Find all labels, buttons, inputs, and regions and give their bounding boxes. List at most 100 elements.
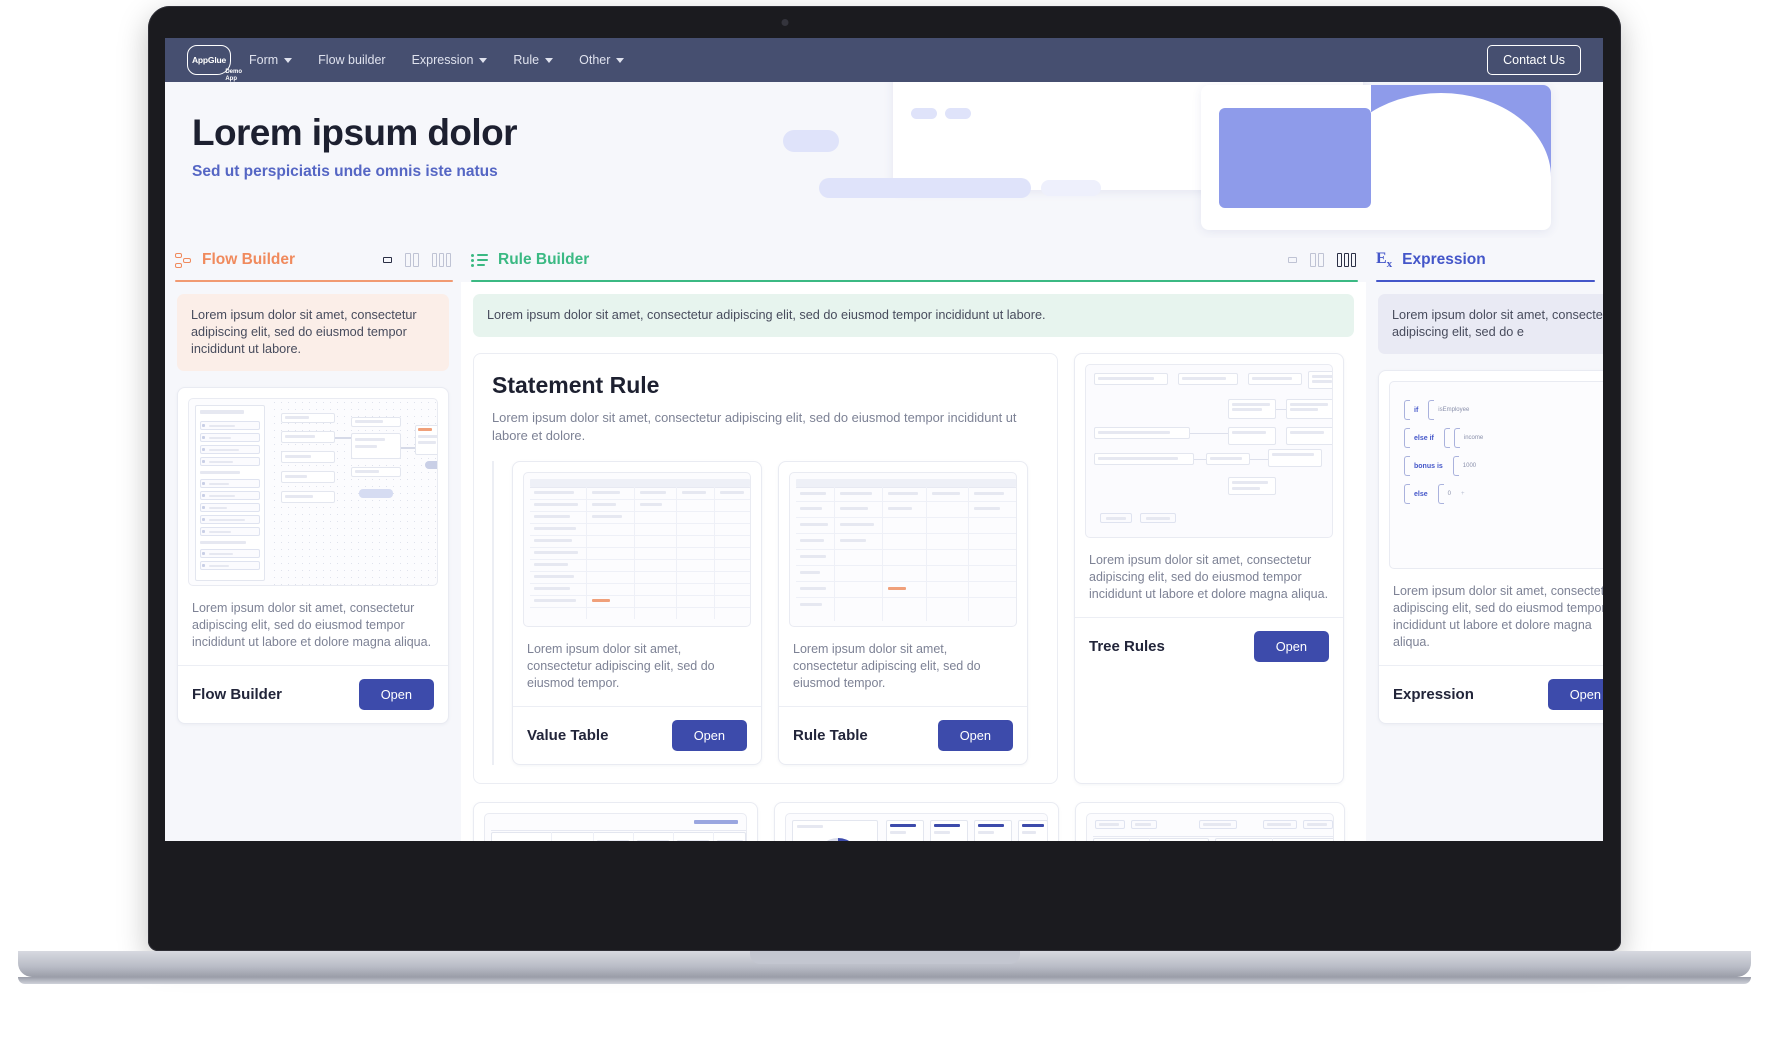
statement-rule-subcards: Lorem ipsum dolor sit amet, consectetur … [492,461,1039,765]
expr-value-3: 0 [1447,491,1451,497]
expression-open-button[interactable]: Open [1547,679,1603,710]
nav-item-rule[interactable]: Rule [513,53,554,67]
laptop-base-lip [749,951,1020,964]
rule-list-card [1075,802,1345,841]
rule-table-card-desc: Lorem ipsum dolor sit amet, consectetur … [793,642,981,690]
nav-item-expression[interactable]: Expression [412,53,488,67]
laptop-foot [18,977,1751,984]
tab-expression[interactable]: Ex Expression [1366,238,1603,282]
rule-set-dashboard-card: 17 [774,802,1059,841]
rule-builder-content-row: Statement Rule Lorem ipsum dolor sit ame… [473,353,1354,784]
nav-item-form[interactable]: Form [249,53,293,67]
flow-builder-card: Lorem ipsum dolor sit amet, consectetur … [177,387,449,724]
expr-add-icon[interactable]: + [1461,491,1465,497]
expr-value-1: income [1463,435,1484,441]
flow-layout-switcher [383,253,461,267]
expr-bracket-icon [1443,428,1450,448]
nav-item-expression-label: Expression [411,53,474,67]
hero-illustration [783,82,1583,238]
statement-rule-desc: Lorem ipsum dolor sit amet, consectetur … [492,410,1017,443]
tree-rules-card-name: Tree Rules [1089,638,1165,655]
rule-table-card: Lorem ipsum dolor sit amet, consectetur … [778,461,1028,765]
expression-ex-icon: Ex [1376,249,1393,271]
flow-builder-card-desc: Lorem ipsum dolor sit amet, consectetur … [192,601,432,649]
rule-set-dashboard-thumbnail[interactable]: 17 [785,813,1048,841]
flow-builder-card-footer: Flow Builder Open [178,665,448,723]
rule-table-thumbnail[interactable] [789,472,1017,627]
contact-us-button[interactable]: Contact Us [1487,45,1581,75]
flow-builder-canvas-thumbnail[interactable] [188,398,438,586]
tree-rules-open-button[interactable]: Open [1253,631,1329,662]
logo-sub-line2: App [225,75,237,82]
nav-item-other[interactable]: Other [579,53,625,67]
flow-builder-thumb-wrap [178,388,448,594]
builder-columns: Lorem ipsum dolor sit amet, consectetur … [165,282,1603,841]
expr-bracket-icon [1453,428,1460,448]
intersection-table-card [473,802,758,841]
builder-tabs: Flow Builder Rule Builder Ex Expression [165,238,1603,282]
tab-flow-builder-label: Flow Builder [202,251,295,268]
hero-section: Lorem ipsum dolor Sed ut perspiciatis un… [165,82,1603,238]
laptop-camera [781,19,789,26]
expr-keyword-bonus: bonus is [1414,462,1443,470]
value-table-open-button[interactable]: Open [671,720,747,751]
rule-builder-note: Lorem ipsum dolor sit amet, consectetur … [473,294,1354,337]
layout-three-column-icon[interactable] [1337,253,1356,267]
expression-card: if isEmployee else if income bonus is 10… [1378,370,1603,724]
value-table-thumbnail[interactable] [523,472,751,627]
flow-builder-card-name: Flow Builder [192,686,282,703]
expr-bracket-icon [1404,484,1410,504]
chevron-down-icon [284,57,293,63]
expr-bracket-icon [1404,456,1410,476]
tab-rule-builder[interactable]: Rule Builder [461,238,1366,282]
value-table-card-desc: Lorem ipsum dolor sit amet, consectetur … [527,642,715,690]
laptop-screen: AppGlue Demo App Form Flow builder Expre… [165,38,1603,841]
rule-builder-icon [471,253,488,268]
expression-note: Lorem ipsum dolor sit amet, consectetur … [1378,294,1603,354]
value-table-card-name: Value Table [527,727,609,744]
flow-builder-note: Lorem ipsum dolor sit amet, consectetur … [177,294,449,371]
chevron-down-icon [479,57,488,63]
chevron-down-icon [545,57,554,63]
rule-list-table-thumbnail[interactable] [1086,813,1334,841]
logo-main-text: AppGlue [191,55,226,65]
value-table-thumb-wrap [513,462,761,635]
expr-keyword-else: else [1414,490,1428,498]
rule-table-card-footer: Rule Table Open [779,706,1027,764]
expression-column: Lorem ipsum dolor sit amet, consectetur … [1366,282,1603,841]
layout-two-column-icon[interactable] [405,253,419,267]
tree-rules-card-footer: Tree Rules Open [1075,617,1343,675]
rule-table-thumb-wrap [779,462,1027,635]
layout-single-icon[interactable] [1288,257,1297,263]
nav-menu: Form Flow builder Expression Rule Other [249,53,625,67]
flow-builder-icon [175,252,192,269]
rule-list-thumb-wrap [1076,803,1344,841]
tree-rules-thumb-wrap [1075,354,1343,546]
tree-rules-card: Lorem ipsum dolor sit amet, consectetur … [1074,353,1344,784]
rule-bottom-row: 17 [473,802,1354,841]
nav-item-flow-builder[interactable]: Flow builder [318,53,385,67]
layout-three-column-icon[interactable] [432,253,451,267]
appglue-logo[interactable]: AppGlue Demo App [187,45,242,82]
nav-item-other-label: Other [579,53,611,67]
tab-flow-builder[interactable]: Flow Builder [165,238,461,282]
value-table-card-footer: Value Table Open [513,706,761,764]
rule-table-open-button[interactable]: Open [937,720,1013,751]
rule-layout-switcher [1288,253,1366,267]
nav-item-flow-builder-label: Flow builder [318,53,386,67]
tree-rules-diagram-thumbnail[interactable] [1085,364,1333,538]
chevron-down-icon [616,57,625,63]
logo-sub-text: Demo App [225,69,242,82]
expression-builder-thumbnail[interactable]: if isEmployee else if income bonus is 10… [1389,381,1603,569]
expr-value-0: isEmployee [1438,407,1470,413]
flow-builder-open-button[interactable]: Open [358,679,434,710]
layout-single-icon[interactable] [383,257,392,263]
expr-value-2: 1000 [1462,463,1477,469]
top-navigation-bar: AppGlue Demo App Form Flow builder Expre… [165,38,1603,82]
statement-rule-panel: Statement Rule Lorem ipsum dolor sit ame… [473,353,1058,784]
layout-two-column-icon[interactable] [1310,253,1324,267]
nav-item-rule-label: Rule [513,53,540,67]
intersection-table-thumbnail[interactable] [484,813,747,841]
screenshot-stage: AppGlue Demo App Form Flow builder Expre… [0,0,1769,1053]
expr-bracket-icon [1437,484,1444,504]
